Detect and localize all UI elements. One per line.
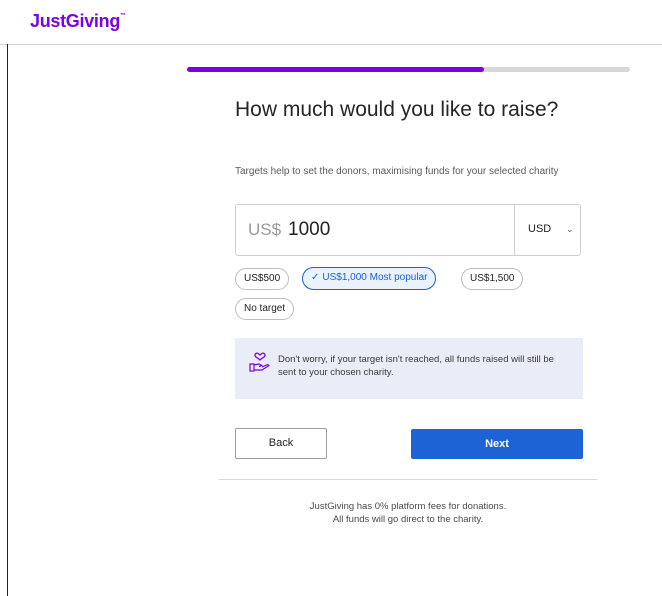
target-amount-field: US$ USD ⌄ [235,204,581,256]
site-header: JustGiving™ [0,0,662,45]
currency-prefix: US$ [248,220,282,239]
preset-chip-1500[interactable]: US$1,500 [461,268,524,290]
heart-hand-icon [249,352,270,372]
preset-chip-label: US$1,500 [470,273,515,284]
currency-divider [514,205,515,255]
justgiving-logo[interactable]: JustGiving™ [30,11,126,32]
preset-chip-no-target[interactable]: No target [235,298,295,320]
progress-bar-fill [187,67,484,72]
fees-footer: JustGiving has 0% platform fees for dona… [219,500,597,526]
info-notice: Don't worry, if your target isn't reache… [235,338,583,399]
next-button[interactable]: Next [411,429,583,459]
preset-chip-label: US$500 [244,273,281,284]
preset-chip-label: US$1,000 Most popular [322,272,428,283]
preset-chip-1000[interactable]: ✓ US$1,000 Most popular [302,267,437,290]
preset-chip-label: No target [244,303,286,314]
back-button[interactable]: Back [235,428,327,459]
fees-footer-line1: JustGiving has 0% platform fees for dona… [309,501,507,512]
checkmark-icon: ✓ [311,272,320,283]
info-notice-text: Don't worry, if your target isn't reache… [278,354,554,378]
chevron-down-icon[interactable]: ⌄ [566,224,574,235]
fees-footer-line2: All funds will go direct to the charity. [332,514,484,525]
section-divider [219,479,597,480]
progress-bar [187,67,630,72]
page-title: How much would you like to raise? [235,98,559,121]
page-frame-edge [7,44,8,596]
target-amount-input[interactable] [288,218,488,242]
page-subtitle: Targets help to set the donors, maximisi… [235,166,559,177]
preset-chip-500[interactable]: US$500 [235,268,290,290]
currency-select[interactable]: USD [528,223,551,235]
